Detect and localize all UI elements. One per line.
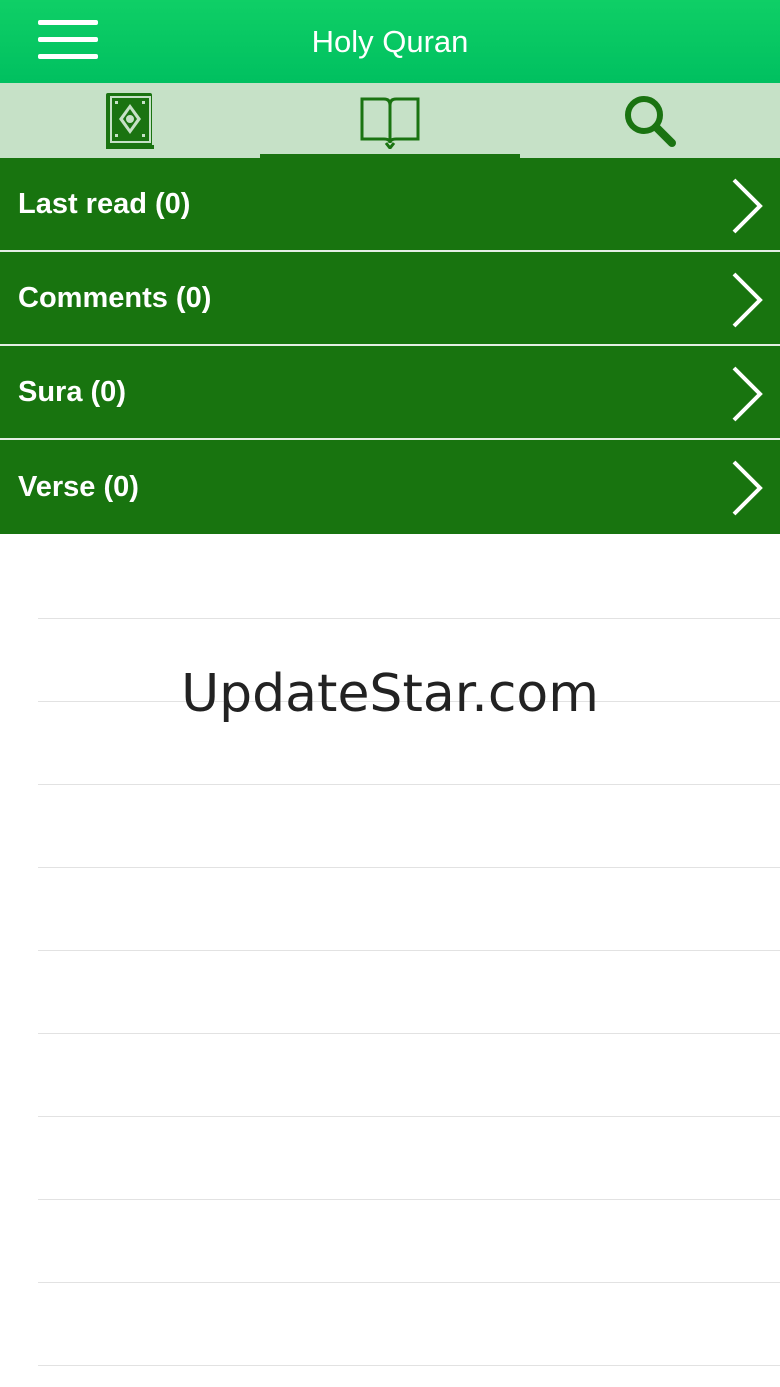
- watermark-text: UpdateStar.com: [181, 664, 599, 724]
- app-header: Holy Quran: [0, 0, 780, 83]
- divider: [38, 618, 780, 619]
- chevron-right-icon: [732, 460, 763, 516]
- list-item-label: Sura (0): [18, 375, 126, 408]
- divider: [38, 867, 780, 868]
- tab-quran[interactable]: [0, 83, 260, 158]
- list-item-sura[interactable]: Sura (0): [0, 346, 780, 440]
- list-item-label: Comments (0): [18, 281, 212, 314]
- tab-bar: [0, 83, 780, 158]
- bookmark-category-list: Last read (0) Comments (0) Sura (0) Vers…: [0, 158, 780, 534]
- search-icon: [625, 95, 676, 147]
- divider: [38, 1199, 780, 1200]
- tab-bookmarks[interactable]: [260, 83, 520, 158]
- divider: [38, 950, 780, 951]
- list-item-verse[interactable]: Verse (0): [0, 440, 780, 534]
- open-book-icon: [360, 97, 420, 149]
- divider: [38, 1033, 780, 1034]
- divider: [38, 1116, 780, 1117]
- divider: [38, 1365, 780, 1366]
- list-item-last-read[interactable]: Last read (0): [0, 158, 780, 252]
- app-screen: Holy Quran Last read (0) Comments (0) Su…: [0, 0, 780, 1387]
- page-title: Holy Quran: [311, 23, 469, 59]
- divider: [38, 1282, 780, 1283]
- list-item-label: Verse (0): [18, 470, 139, 503]
- divider: [38, 784, 780, 785]
- hamburger-menu-icon[interactable]: [38, 18, 98, 62]
- chevron-right-icon: [732, 178, 763, 234]
- list-item-label: Last read (0): [18, 187, 191, 220]
- tab-search[interactable]: [520, 83, 780, 158]
- chevron-right-icon: [732, 272, 763, 328]
- list-item-comments[interactable]: Comments (0): [0, 252, 780, 346]
- quran-book-icon: [106, 92, 154, 149]
- chevron-right-icon: [732, 366, 763, 422]
